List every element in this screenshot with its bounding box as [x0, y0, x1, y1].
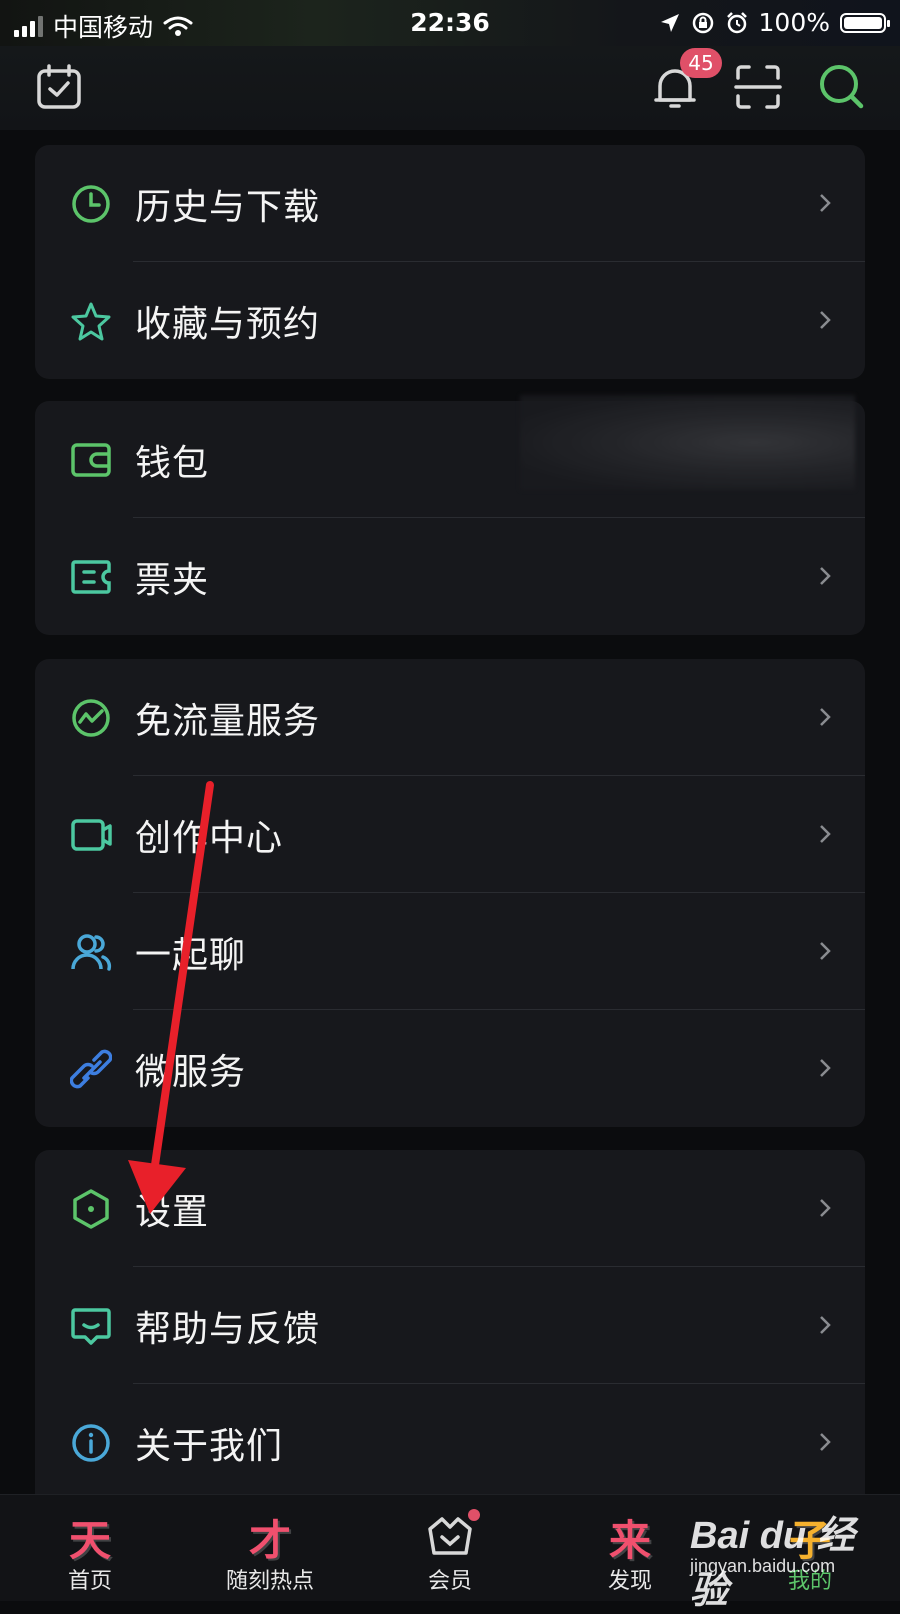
menu-item-about-us[interactable]: 关于我们: [35, 1384, 865, 1501]
top-bar: [0, 46, 900, 130]
menu-item-label: 免流量服务: [135, 700, 321, 742]
chevron-right-icon: [820, 1199, 831, 1217]
menu-item-help-feedback[interactable]: 帮助与反馈: [35, 1267, 865, 1384]
chevron-right-icon: [820, 567, 831, 585]
menu-item-data-free-service[interactable]: 免流量服务: [35, 659, 865, 776]
link-icon: [70, 1049, 112, 1089]
tab-label: 会员: [427, 1569, 472, 1594]
video-camera-icon: [71, 819, 112, 851]
menu-item-micro-services[interactable]: 微服务: [35, 1010, 865, 1127]
scan-icon[interactable]: [733, 62, 783, 112]
chevron-right-icon: [820, 708, 831, 726]
menu-group-history: 历史与下载 收藏与预约: [35, 145, 865, 379]
chevron-right-icon: [820, 825, 831, 843]
baidu-jingyan-watermark: Bai du 经验 jingyan.baidu.com: [690, 1500, 890, 1612]
notification-badge: 45: [680, 48, 722, 78]
menu-item-label: 创作中心: [135, 817, 284, 859]
alarm-icon: [726, 11, 747, 33]
menu-item-label: 关于我们: [135, 1425, 284, 1467]
menu-item-favorites[interactable]: 收藏与预约: [35, 262, 865, 379]
tab-home[interactable]: 天 首页: [0, 1495, 180, 1601]
rotation-lock-icon: [692, 12, 713, 33]
watermark-url: jingyan.baidu.com: [690, 1556, 836, 1576]
blurred-region: [520, 395, 855, 490]
crown-basket-icon: [428, 1517, 472, 1555]
wallet-icon: [71, 443, 111, 477]
group-chat-icon: [71, 934, 112, 971]
menu-item-label: 一起聊: [135, 934, 247, 976]
chevron-right-icon: [820, 1433, 831, 1451]
menu-item-creator-center[interactable]: 创作中心: [35, 776, 865, 893]
data-free-icon: [72, 699, 110, 737]
location-arrow-icon: [660, 13, 679, 32]
battery-percent: 100%: [758, 8, 830, 37]
chevron-right-icon: [820, 194, 831, 212]
menu-item-group-chat[interactable]: 一起聊: [35, 893, 865, 1010]
menu-item-history-download[interactable]: 历史与下载: [35, 145, 865, 262]
menu-item-label: 微服务: [135, 1051, 247, 1093]
menu-group-services: 免流量服务 创作中心 一起聊 微服务: [35, 659, 865, 1127]
tab-hot-topics-icon: 才: [248, 1516, 291, 1565]
tab-vip[interactable]: 会员: [360, 1495, 540, 1601]
tab-label: 首页: [67, 1569, 112, 1594]
vip-notification-dot: [468, 1509, 480, 1521]
menu-item-label: 收藏与预约: [135, 303, 321, 345]
ticket-icon: [71, 560, 111, 594]
info-icon: [72, 1424, 110, 1462]
menu-item-label: 钱包: [135, 442, 210, 484]
menu-item-label: 历史与下载: [135, 186, 321, 228]
menu-item-label: 帮助与反馈: [135, 1308, 321, 1350]
menu-item-settings[interactable]: 设置: [35, 1150, 865, 1267]
menu-item-label: 设置: [135, 1191, 210, 1233]
settings-hexagon-icon: [73, 1189, 109, 1229]
status-bar: 中国移动 22:36 100%: [0, 0, 900, 46]
calendar-check-icon[interactable]: [34, 62, 84, 112]
tab-label: 随刻热点: [225, 1569, 314, 1594]
feedback-icon: [71, 1308, 111, 1345]
tab-home-icon: 天: [68, 1516, 111, 1565]
search-icon[interactable]: [817, 62, 867, 112]
menu-item-label: 票夹: [135, 559, 210, 601]
menu-group-settings: 设置 帮助与反馈 关于我们: [35, 1150, 865, 1501]
star-icon: [71, 302, 111, 341]
chevron-right-icon: [820, 311, 831, 329]
chevron-right-icon: [820, 942, 831, 960]
menu-item-ticket-folder[interactable]: 票夹: [35, 518, 865, 635]
clock-icon: [72, 185, 110, 223]
tab-hot-topics[interactable]: 才 随刻热点: [180, 1495, 360, 1601]
chevron-right-icon: [820, 1059, 831, 1077]
battery-icon: [840, 12, 890, 33]
chevron-right-icon: [820, 1316, 831, 1334]
